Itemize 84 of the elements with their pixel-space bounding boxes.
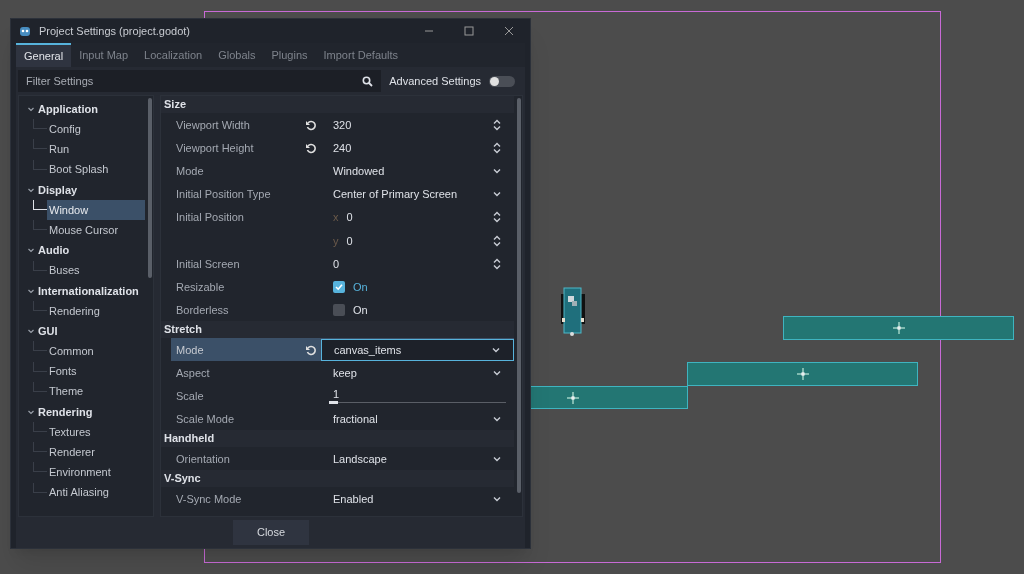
filter-box[interactable]: Filter Settings (18, 70, 382, 92)
property-label: Viewport Width (176, 117, 251, 133)
property-label: Scale Mode (176, 411, 236, 427)
spinner-arrows-icon (492, 142, 502, 154)
spinner-arrows-icon (492, 235, 502, 247)
tree-item[interactable]: Fonts (47, 361, 145, 382)
scrollbar[interactable] (517, 98, 521, 493)
tree-item[interactable]: Anti Aliasing (47, 482, 145, 503)
tree-item[interactable]: Theme (47, 381, 145, 402)
pivot-icon (892, 322, 905, 334)
revert-icon[interactable] (305, 344, 317, 356)
close-button[interactable]: Close (233, 520, 309, 545)
tab[interactable]: Plugins (263, 43, 316, 67)
tree-item[interactable]: Config (47, 119, 145, 140)
property-label: Resizable (176, 279, 226, 295)
checkbox-label: On (353, 302, 368, 318)
property-label: V-Sync Mode (176, 491, 243, 507)
scrollbar[interactable] (148, 98, 152, 278)
section-header: Size (161, 96, 514, 113)
property-label: Initial Position (176, 209, 245, 225)
checkmark-icon (334, 282, 344, 292)
section-header: Stretch (161, 321, 514, 338)
property-label: Initial Position Type (176, 186, 272, 202)
dropdown[interactable]: canvas_items (321, 339, 514, 361)
app-logo-icon (19, 25, 31, 37)
close-icon[interactable] (504, 26, 514, 36)
property-label: Mode (176, 342, 205, 358)
revert-icon[interactable] (305, 142, 317, 154)
filter-field[interactable]: Filter Settings (26, 72, 363, 90)
maximize-icon[interactable] (464, 26, 474, 36)
checkbox[interactable] (333, 281, 345, 293)
property-label: Aspect (176, 365, 211, 381)
search-icon (362, 75, 374, 87)
character-sprite[interactable] (559, 286, 587, 338)
chevron-down-icon (492, 414, 502, 424)
tree-item[interactable]: Run (47, 139, 145, 160)
property-label: Viewport Height (176, 140, 255, 156)
spinner-arrows-icon (492, 211, 502, 223)
tab[interactable]: Input Map (71, 43, 137, 67)
chevron-down-icon[interactable] (27, 246, 35, 255)
chevron-down-icon (491, 345, 501, 355)
advanced-settings-label: Advanced Settings (389, 73, 481, 89)
tree-category[interactable]: GUI (38, 322, 58, 340)
tree-item[interactable]: Textures (47, 422, 145, 443)
chevron-down-icon[interactable] (27, 327, 35, 336)
tree-category[interactable]: Rendering (38, 403, 93, 421)
tree-item[interactable]: Rendering (47, 300, 145, 321)
tree-item[interactable]: Buses (47, 260, 145, 281)
tree-item[interactable]: Environment (47, 462, 145, 483)
section-header: Handheld (161, 430, 514, 447)
chevron-down-icon (492, 166, 502, 176)
section-header: V-Sync (161, 470, 514, 487)
tree-category[interactable]: Internationalization (38, 282, 139, 300)
property-label: Initial Screen (176, 256, 241, 272)
tree-category[interactable]: Audio (38, 242, 70, 259)
property-label: Scale (176, 388, 205, 404)
chevron-down-icon (492, 368, 502, 378)
tree-category[interactable]: Display (38, 181, 78, 199)
chevron-down-icon (492, 494, 502, 504)
tab[interactable]: Globals (210, 43, 264, 67)
tree-item[interactable]: Common (47, 341, 145, 362)
window-title: Project Settings (project.godot) (39, 23, 192, 39)
revert-icon[interactable] (305, 119, 317, 131)
chevron-down-icon[interactable] (27, 105, 35, 114)
tree-category[interactable]: Application (38, 100, 98, 118)
checkbox[interactable] (333, 304, 345, 316)
pivot-icon (567, 391, 579, 404)
property-label: Orientation (176, 451, 231, 467)
checkbox-label: On (353, 279, 368, 295)
tab[interactable]: Localization (136, 43, 211, 67)
tab[interactable]: Import Defaults (315, 43, 407, 67)
tree-item[interactable]: Window (47, 200, 145, 221)
property-label: Borderless (176, 302, 230, 318)
spinner-arrows-icon (492, 119, 502, 131)
tab[interactable]: General (16, 43, 72, 67)
tree-item[interactable]: Boot Splash (47, 159, 145, 180)
pivot-icon (796, 368, 809, 380)
tree-item[interactable]: Renderer (47, 442, 145, 463)
chevron-down-icon (492, 189, 502, 199)
chevron-down-icon (492, 454, 502, 464)
tree-item[interactable]: Mouse Cursor (47, 220, 145, 241)
advanced-settings-toggle[interactable] (489, 75, 515, 87)
spinner-arrows-icon (492, 258, 502, 270)
property-label: Mode (176, 163, 205, 179)
